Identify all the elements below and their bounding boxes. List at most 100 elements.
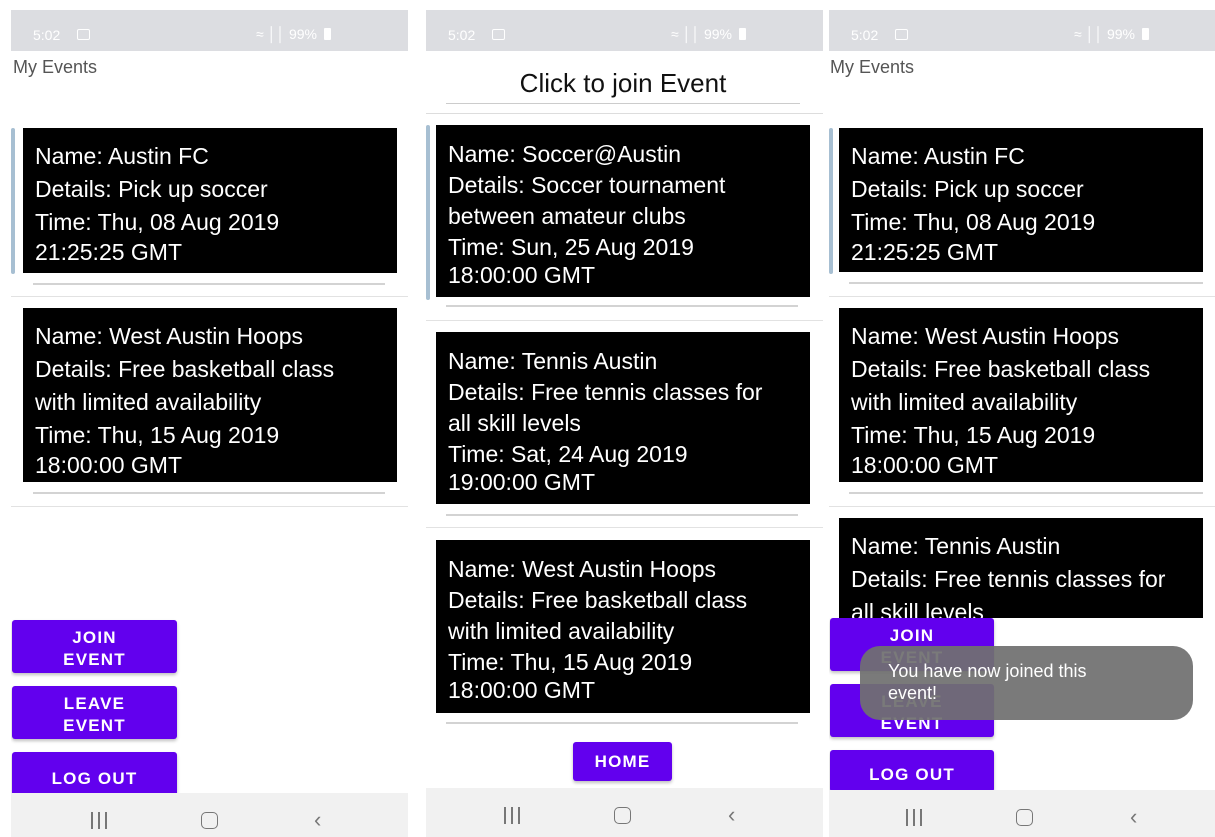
status-time: 5:02 [851,27,879,43]
battery-icon [323,28,331,40]
toast-line-2: event! [888,683,938,703]
event-card[interactable]: Name: Soccer@Austin Details: Soccer tour… [436,125,810,297]
event-time-continued: 19:00:00 GMT [448,469,596,495]
home-button[interactable]: HOME [573,742,672,781]
battery-percent: 99% [703,26,732,42]
event-card[interactable]: Name: Tennis Austin Details: Free tennis… [839,518,1203,618]
toast-message: You have now joined this event! [860,646,1193,720]
scroll-indicator [426,125,430,300]
event-time: Time: Sat, 24 Aug 2019 [448,441,688,467]
toast-line-1: You have now joined this [888,661,1087,681]
event-card[interactable]: Name: West Austin Hoops Details: Free ba… [436,540,810,713]
join-event-label-line-1: JOIN [889,626,935,645]
wifi-icon: ≈ [671,26,679,42]
home-icon[interactable] [201,812,218,829]
log-out-label: LOG OUT [51,769,138,788]
item-divider [426,527,823,528]
page-title: My Events [13,57,98,77]
log-out-button[interactable]: LOG OUT [12,752,177,796]
event-name: Name: Tennis Austin [448,348,658,374]
event-list-item[interactable]: Name: West Austin Hoops Details: Free ba… [11,308,408,508]
wifi-icon: ≈ [256,26,264,42]
recent-apps-icon[interactable] [91,812,107,829]
event-name: Name: West Austin Hoops [448,556,717,582]
card-underline [33,283,385,285]
event-list-item[interactable]: Name: Soccer@Austin Details: Soccer tour… [426,125,823,322]
signal-icon: ││ [682,26,701,42]
event-time-continued: 21:25:25 GMT [35,239,183,265]
event-time: Time: Thu, 15 Aug 2019 [448,649,693,675]
event-details-continued: with limited availability [448,618,675,644]
event-name: Name: Austin FC [35,143,209,169]
recent-apps-icon[interactable] [906,809,922,826]
event-details: Details: Soccer tournament [448,172,726,198]
back-icon[interactable]: ‹ [314,809,328,831]
signal-icon: ││ [267,26,286,42]
event-time: Time: Thu, 15 Aug 2019 [851,422,1096,448]
event-list-item[interactable]: Name: West Austin Hoops Details: Free ba… [426,540,823,730]
card-underline [849,492,1203,494]
navigation-bar: ‹ [829,790,1215,837]
event-list-item[interactable]: Name: West Austin Hoops Details: Free ba… [829,308,1215,508]
home-label: HOME [594,752,651,771]
status-time: 5:02 [33,27,61,43]
event-list-item[interactable]: Name: Austin FC Details: Pick up soccer … [829,128,1215,298]
card-underline [446,722,798,724]
event-list-item[interactable]: Name: Tennis Austin Details: Free tennis… [829,518,1215,618]
event-details: Details: Free tennis classes for [448,379,763,405]
home-icon[interactable] [1016,809,1033,826]
card-underline [33,492,385,494]
leave-event-label-line-1: LEAVE [63,694,126,713]
join-event-label-line-2: EVENT [63,650,126,669]
event-name: Name: Soccer@Austin [448,141,681,167]
status-bar: 5:02 ≈ ││ 99% [426,10,823,51]
status-time: 5:02 [448,27,476,43]
event-details: Details: Free basketball class [851,356,1151,382]
event-card[interactable]: Name: West Austin Hoops Details: Free ba… [839,308,1203,482]
item-divider [426,320,823,321]
event-details-continued: all skill levels [448,410,581,436]
back-icon[interactable]: ‹ [728,804,742,826]
status-indicators: ≈ ││ 99% [671,26,746,42]
event-details: Details: Free tennis classes for [851,566,1166,592]
image-icon [895,29,908,40]
event-card[interactable]: Name: West Austin Hoops Details: Free ba… [23,308,397,482]
battery-percent: 99% [288,26,317,42]
card-underline [446,514,798,516]
page-title: My Events [830,57,915,77]
event-card[interactable]: Name: Tennis Austin Details: Free tennis… [436,332,810,504]
event-name: Name: West Austin Hoops [851,323,1120,349]
event-details-continued: between amateur clubs [448,203,686,229]
event-list-item[interactable]: Name: Austin FC Details: Pick up soccer … [11,128,408,298]
phone-screen-my-events: 5:02 ≈ ││ 99% My Events Name: Austin FC … [11,10,408,837]
event-time: Time: Thu, 15 Aug 2019 [35,422,280,448]
item-divider [11,506,408,507]
battery-icon [1141,28,1149,40]
event-details: Details: Pick up soccer [851,176,1084,202]
navigation-bar: ‹ [426,788,823,837]
title-divider [426,113,823,114]
phone-screen-join-event: 5:02 ≈ ││ 99% Click to join Event Name: … [426,10,823,837]
status-bar: 5:02 ≈ ││ 99% [11,10,408,51]
event-details: Details: Free basketball class [35,356,335,382]
scroll-indicator [11,128,15,274]
log-out-button[interactable]: LOG OUT [830,750,994,792]
event-card[interactable]: Name: Austin FC Details: Pick up soccer … [839,128,1203,272]
leave-event-button[interactable]: LEAVE EVENT [12,686,177,739]
home-icon[interactable] [614,807,631,824]
back-icon[interactable]: ‹ [1130,806,1144,828]
event-list-item[interactable]: Name: Tennis Austin Details: Free tennis… [426,332,823,529]
event-name: Name: Austin FC [851,143,1025,169]
image-icon [77,29,90,40]
join-event-button[interactable]: JOIN EVENT [12,620,177,673]
event-card[interactable]: Name: Austin FC Details: Pick up soccer … [23,128,397,273]
page-title: Click to join Event [446,68,800,104]
recent-apps-icon[interactable] [504,807,520,824]
battery-percent: 99% [1106,26,1135,42]
event-time-continued: 21:25:25 GMT [851,239,999,265]
item-divider [829,506,1215,507]
navigation-bar: ‹ [11,793,408,837]
signal-icon: ││ [1085,26,1104,42]
image-icon [492,29,505,40]
log-out-label: LOG OUT [869,765,955,784]
